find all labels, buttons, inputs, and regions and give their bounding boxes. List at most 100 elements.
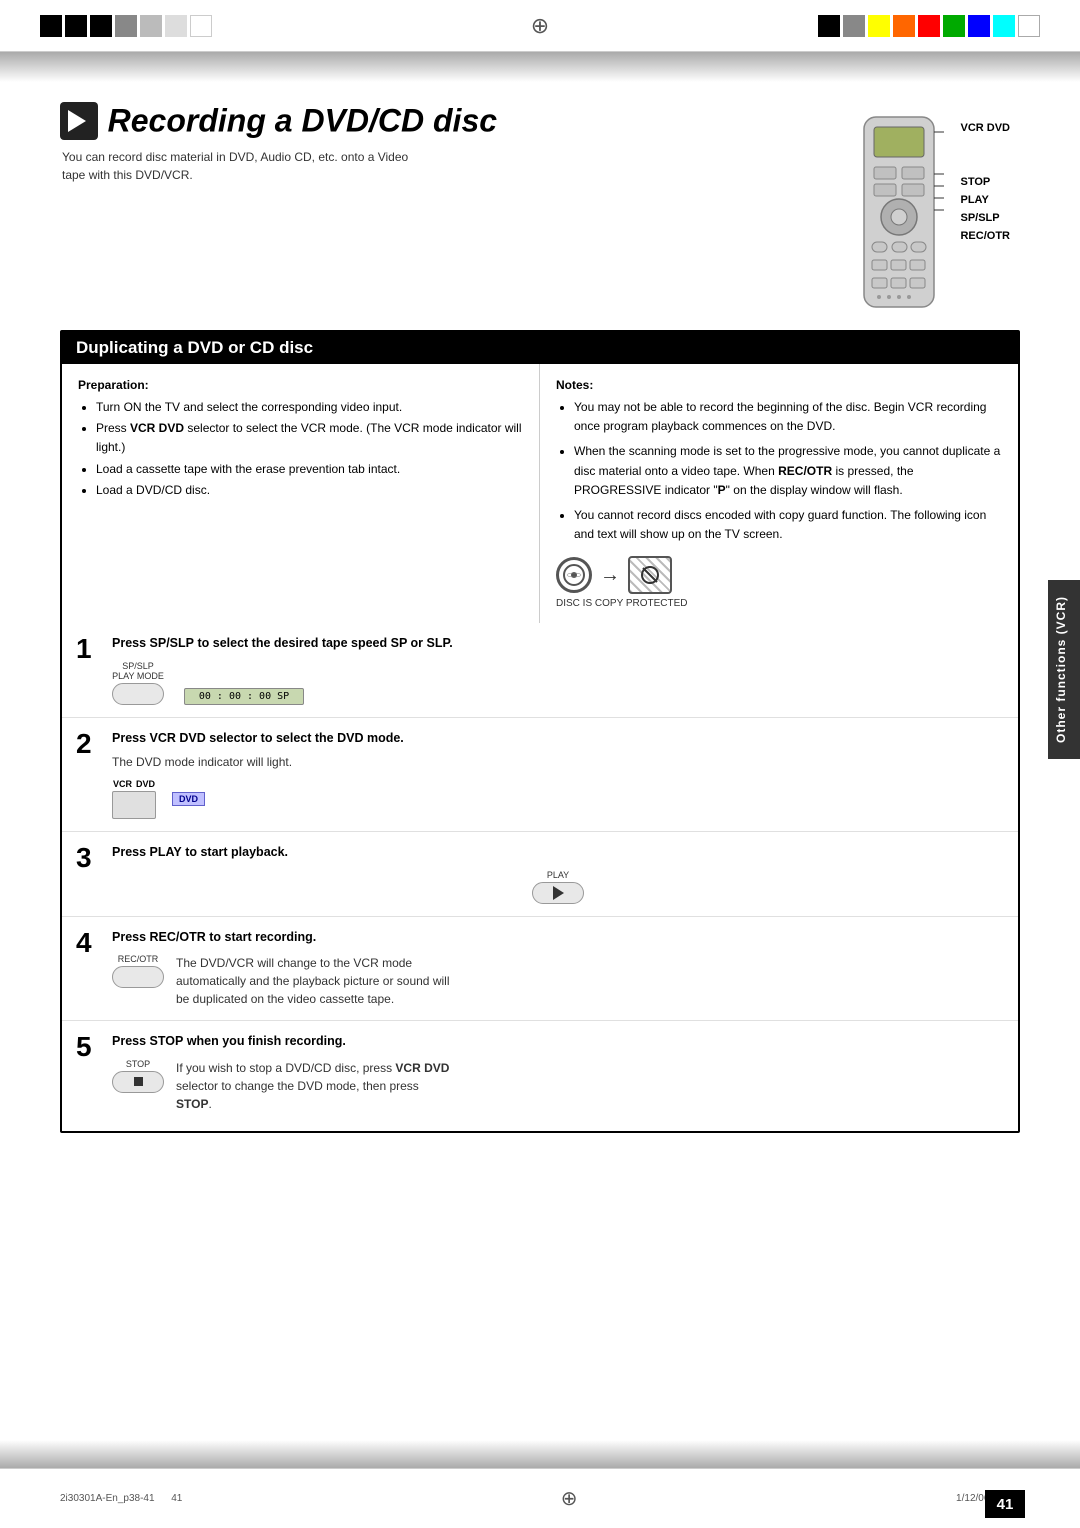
disc-svg — [563, 564, 585, 586]
side-tab: Other functions (VCR) — [1048, 580, 1080, 759]
prohibited-svg — [640, 565, 660, 585]
title-row: Recording a DVD/CD disc — [60, 102, 814, 140]
subtitle-line1: You can record disc material in DVD, Aud… — [62, 150, 408, 164]
csq-yellow — [868, 15, 890, 37]
prep-bullet-3: Load a cassette tape with the erase prev… — [96, 460, 523, 479]
display-readout: 00 : 00 : 00 SP — [184, 688, 304, 705]
remote-label-play: PLAY — [960, 194, 1010, 206]
title-left: Recording a DVD/CD disc You can record d… — [60, 102, 814, 184]
footer-page-num: 41 — [171, 1493, 182, 1504]
bottom-gray-band — [0, 1440, 1080, 1468]
step-5-row: 5 Press STOP when you finish recording. … — [62, 1021, 1018, 1125]
step-2-visual: VCR DVD DVD — [112, 779, 1004, 819]
csq-white — [1018, 15, 1040, 37]
label-play: PLAY — [960, 194, 988, 206]
sq-1 — [40, 15, 62, 37]
csq-blue — [968, 15, 990, 37]
no-copy-icon — [628, 556, 672, 594]
subtitle-line2: tape with this DVD/VCR. — [62, 168, 193, 182]
spslp-btn-wrap: SP/SLPPLAY MODE — [112, 661, 164, 705]
csq-cyan — [993, 15, 1015, 37]
page-footer: 2i30301A-En_p38-41 41 ⊕ 1/12/06, 17:44 — [0, 1468, 1080, 1528]
play-btn-wrap: PLAY — [112, 870, 1004, 904]
step-5-content: Press STOP when you finish recording. ST… — [112, 1033, 1004, 1113]
play-icon — [60, 102, 98, 140]
prep-bullet-2: Press VCR DVD selector to select the VCR… — [96, 419, 523, 457]
step-1-row: 1 Press SP/SLP to select the desired tap… — [62, 623, 1018, 718]
spslp-button — [112, 683, 164, 705]
step-4-heading: Press REC/OTR to start recording. — [112, 929, 1004, 947]
step-4-row: 4 Press REC/OTR to start recording. REC/… — [62, 917, 1018, 1022]
play-button — [532, 882, 584, 904]
step-2-row: 2 Press VCR DVD selector to select the D… — [62, 718, 1018, 833]
crosshair-top: ⊕ — [531, 13, 549, 39]
remote-labels: VCR DVD STOP PLAY SP/SLP REC/OTR — [960, 122, 1010, 248]
remote-label-stop: STOP — [960, 176, 1010, 188]
steps-section: 1 Press SP/SLP to select the desired tap… — [62, 623, 1018, 1131]
copy-icons: → — [556, 556, 672, 594]
spslp-btn-label: SP/SLPPLAY MODE — [112, 661, 164, 681]
vcr-label: VCR — [113, 779, 132, 789]
page-title-section: Recording a DVD/CD disc You can record d… — [60, 102, 1020, 312]
copy-protected-label: DISC IS COPY PROTECTED — [556, 598, 688, 609]
label-stop: STOP — [960, 176, 990, 188]
csq-orange — [893, 15, 915, 37]
label-vcrdvd: VCR DVD — [960, 122, 1010, 134]
csq-gray — [843, 15, 865, 37]
step-3-number: 3 — [76, 844, 98, 872]
prep-bullets: Turn ON the TV and select the correspond… — [96, 398, 523, 500]
label-spslp: SP/SLP — [960, 212, 999, 224]
prep-bullet-1: Turn ON the TV and select the correspond… — [96, 398, 523, 417]
color-registration-squares — [40, 15, 212, 37]
csq-green — [943, 15, 965, 37]
prep-label: Preparation: — [78, 378, 523, 392]
sq-2 — [65, 15, 87, 37]
dvd-indicator: DVD — [172, 792, 205, 806]
step-3-heading: Press PLAY to start playback. — [112, 844, 1004, 862]
recotr-btn-wrap: REC/OTR — [112, 954, 164, 988]
step-3-visual: PLAY — [112, 870, 1004, 904]
step-5-visual: STOP If you wish to stop a DVD/CD disc, … — [112, 1059, 1004, 1113]
prep-bullet-4: Load a DVD/CD disc. — [96, 481, 523, 500]
page-title: Recording a DVD/CD disc — [108, 103, 497, 139]
step-4-visual: REC/OTR The DVD/VCR will change to the V… — [112, 954, 1004, 1008]
preparation-section: Preparation: Turn ON the TV and select t… — [62, 364, 540, 623]
recotr-btn-label: REC/OTR — [118, 954, 159, 964]
sq-3 — [90, 15, 112, 37]
spslp-group: SP/SLPPLAY MODE 00 : 00 : 00 SP — [112, 661, 1004, 705]
step-5-description: If you wish to stop a DVD/CD disc, press… — [176, 1059, 456, 1113]
sq-5 — [140, 15, 162, 37]
top-bar: ⊕ — [0, 0, 1080, 52]
remote-label-recotr: REC/OTR — [960, 230, 1010, 242]
footer-center: ⊕ — [182, 1486, 956, 1511]
selector-labels: VCR DVD — [113, 779, 155, 789]
recotr-button — [112, 966, 164, 988]
dvd-disc-icon — [556, 557, 592, 593]
label-recotr: REC/OTR — [960, 230, 1010, 242]
remote-label-vcrdvd: VCR DVD — [960, 122, 1010, 134]
notes-section: Notes: You may not be able to record the… — [540, 364, 1018, 623]
section-box-title: Duplicating a DVD or CD disc — [62, 332, 1018, 364]
section-box: Duplicating a DVD or CD disc Preparation… — [60, 330, 1020, 1133]
step-4-content: Press REC/OTR to start recording. REC/OT… — [112, 929, 1004, 1009]
footer-left: 2i30301A-En_p38-41 41 — [60, 1493, 182, 1504]
step-2-description: The DVD mode indicator will light. — [112, 753, 1004, 771]
main-content: Recording a DVD/CD disc You can record d… — [0, 82, 1080, 1169]
step-1-number: 1 — [76, 635, 98, 663]
step-3-content: Press PLAY to start playback. PLAY — [112, 844, 1004, 904]
vcr-dvd-selector: VCR DVD — [112, 779, 156, 819]
play-btn-label: PLAY — [547, 870, 569, 880]
note-bullet-1: You may not be able to record the beginn… — [574, 398, 1002, 436]
step-4-number: 4 — [76, 929, 98, 957]
csq-black — [818, 15, 840, 37]
sq-7 — [190, 15, 212, 37]
step-4-description: The DVD/VCR will change to the VCR mode … — [176, 954, 456, 1008]
stop-btn-wrap: STOP — [112, 1059, 164, 1093]
vcr-dvd-group: VCR DVD DVD — [112, 779, 1004, 819]
remote-svg — [854, 112, 944, 312]
sq-4 — [115, 15, 137, 37]
step-2-content: Press VCR DVD selector to select the DVD… — [112, 730, 1004, 820]
selector-box — [112, 791, 156, 819]
color-squares-right — [818, 15, 1040, 37]
remote-label-spslp: SP/SLP — [960, 212, 1010, 224]
